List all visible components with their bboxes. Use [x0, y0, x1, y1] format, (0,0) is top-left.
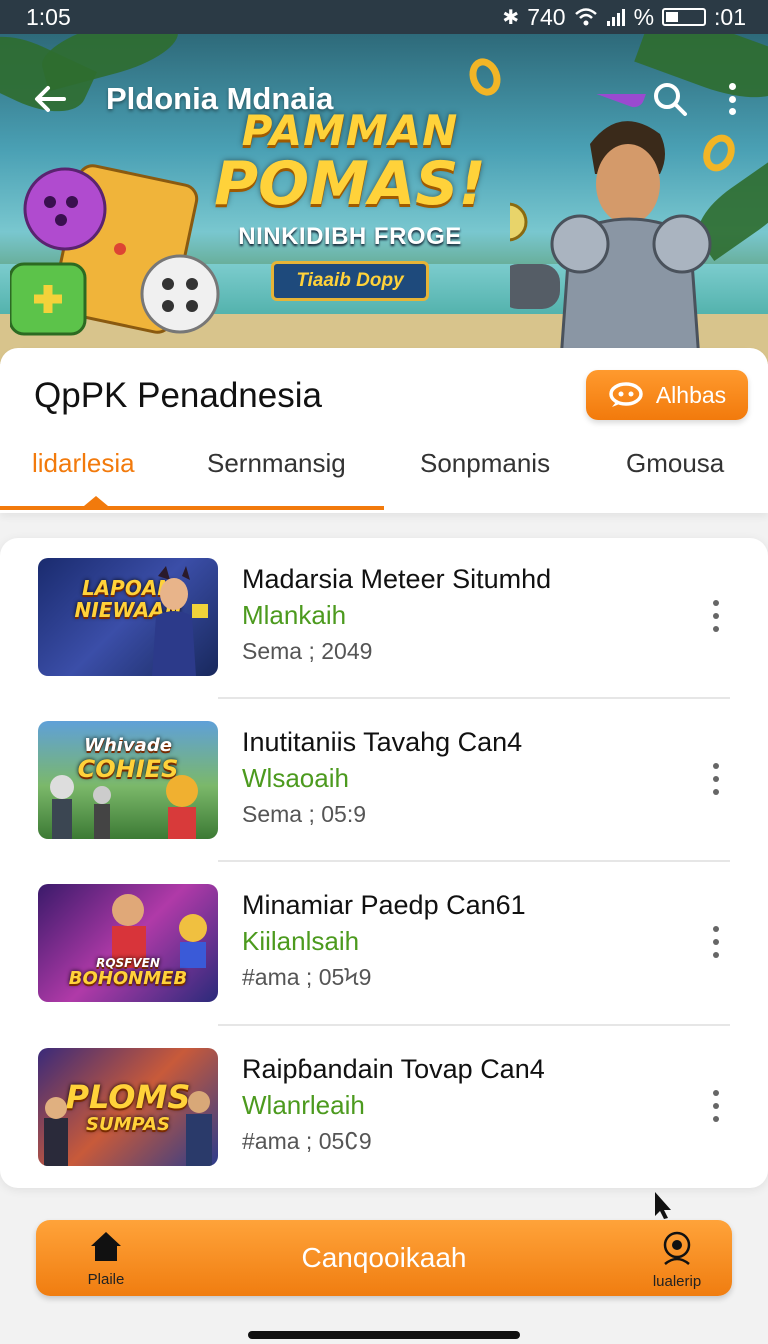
item-title: Minamiar Paedp Can61 [242, 890, 526, 920]
item-meta: Sema ; 2049 [242, 638, 373, 664]
game-thumbnail: RQSFVEN BOHONMEB [38, 884, 218, 1002]
more-vert-icon[interactable] [711, 600, 721, 632]
status-text-3: :01 [714, 3, 746, 30]
status-time: 1:05 [26, 3, 71, 30]
bluetooth-icon: ✱ [502, 6, 520, 29]
section-card: QpPK Penadnesia Alhbas lidarlesia Sernma… [0, 348, 768, 513]
promo-badge-button[interactable]: Tiaaib Dopy [271, 261, 429, 301]
game-thumbnail: Whivade COHIES [38, 721, 218, 839]
divider [218, 1024, 730, 1026]
back-arrow-icon[interactable] [30, 79, 70, 119]
app-bar: Pldonia Mdnaia [0, 64, 768, 134]
nav-home[interactable]: Plaile [76, 1230, 136, 1288]
item-title: Madarsia Meteer Situmhd [242, 564, 552, 594]
list-item[interactable]: RQSFVEN BOHONMEB Minamiar Paedp Can61 Ki… [0, 864, 768, 1027]
promo-line-3: NINKIDIBH FROGE [238, 223, 462, 250]
item-subtitle: Kiilanlsaih [242, 926, 360, 956]
more-vert-icon[interactable] [711, 763, 721, 795]
game-thumbnail: PLOMS SUMPAS [38, 1048, 218, 1166]
game-controller-illustration [10, 164, 220, 336]
thumb-line-1: Whivade [84, 735, 172, 756]
app-title: Pldonia Mdnaia [106, 81, 334, 116]
status-icons: ✱ 740 % :01 [502, 4, 746, 31]
list-item[interactable]: PLOMS SUMPAS Raipɓandain Tovap Can4 Wlan… [0, 1028, 768, 1191]
profile-icon [663, 1231, 691, 1265]
active-tab-underline [0, 506, 384, 510]
chat-bubble-icon [609, 382, 643, 407]
more-vert-icon[interactable] [711, 1090, 721, 1122]
alhbas-button-label: Alhbas [655, 381, 727, 408]
game-list: LAPOAN NIEWAAN Madarsia Meteer Situmhd M… [0, 538, 768, 1188]
hero-banner[interactable]: Pldonia Mdnaia PAMMAN POMAS! NINKIDIBH F… [0, 34, 768, 364]
hero-character-illustration [510, 94, 712, 364]
divider [218, 860, 730, 862]
home-indicator[interactable] [248, 1331, 520, 1339]
list-item[interactable]: Whivade COHIES Inutitaniis Tavahg Can4 W… [0, 701, 768, 864]
more-vert-icon[interactable] [711, 926, 721, 958]
nav-profile[interactable]: lualerip [642, 1230, 712, 1290]
status-text-1: 740 [527, 3, 566, 30]
nav-profile-label: lualerip [652, 1273, 702, 1290]
search-icon[interactable] [652, 81, 688, 117]
bottom-action-bar: Canqooikaah Plaile lualerip [36, 1220, 732, 1296]
item-subtitle: Mlankaih [242, 600, 347, 630]
signal-icon [606, 9, 625, 26]
section-title: QpPK Penadnesia [34, 376, 322, 415]
item-title: Inutitaniis Tavahg Can4 [242, 727, 523, 757]
tab-bar: lidarlesia Sernmansig Sonpmanis Gmousa [0, 440, 768, 513]
item-subtitle: Wlanrleaih [242, 1090, 365, 1120]
characters-illustration [50, 775, 198, 839]
tab-3[interactable]: Sonpmanis [420, 448, 550, 479]
thumb-line-2: BOHONMEB [68, 968, 188, 989]
status-text-2: % [633, 3, 655, 30]
wifi-icon [574, 8, 597, 26]
active-tab-indicator [84, 496, 108, 506]
list-item[interactable]: LAPOAN NIEWAAN Madarsia Meteer Situmhd M… [0, 538, 768, 701]
more-vert-icon[interactable] [726, 83, 738, 115]
item-subtitle: Wlsaoaih [242, 763, 349, 793]
item-meta: #ama ; 05∁9 [242, 1128, 372, 1154]
character-illustration [152, 566, 208, 676]
game-thumbnail: LAPOAN NIEWAAN [38, 558, 218, 676]
tab-2[interactable]: Sernmansig [207, 448, 346, 479]
alhbas-button[interactable]: Alhbas [586, 370, 748, 420]
tab-4[interactable]: Gmousa [626, 448, 724, 479]
item-title: Raipɓandain Tovap Can4 [242, 1054, 545, 1084]
item-meta: Sema ; 05:9 [242, 801, 367, 827]
status-bar: 1:05 ✱ 740 % :01 [0, 0, 768, 34]
promo-banner: PAMMAN POMAS! NINKIDIBH FROGE Tiaaib Dop… [200, 106, 500, 301]
promo-line-2: POMAS! [214, 149, 486, 219]
battery-icon [662, 8, 707, 26]
home-icon [91, 1232, 121, 1261]
item-meta: #ama ; 05Ϟ9 [242, 964, 372, 990]
nav-home-label: Plaile [87, 1271, 125, 1288]
cursor-icon [655, 1192, 671, 1219]
tab-1[interactable]: lidarlesia [32, 448, 135, 479]
characters-illustration [44, 1091, 212, 1166]
divider [218, 697, 730, 699]
primary-action-button[interactable]: Canqooikaah [36, 1220, 732, 1296]
